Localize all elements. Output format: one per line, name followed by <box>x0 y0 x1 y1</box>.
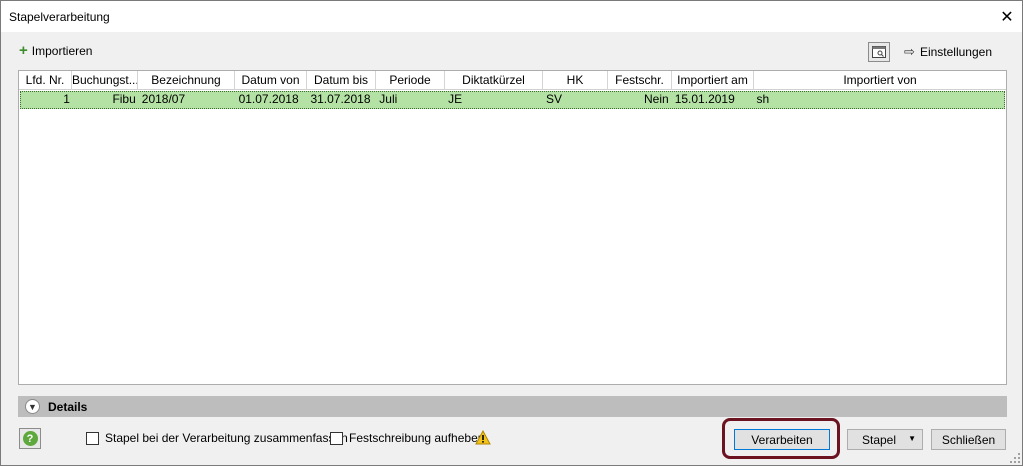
process-label: Verarbeiten <box>751 432 813 447</box>
import-label: Importieren <box>31 44 93 58</box>
close-icon: ✕ <box>1000 8 1014 26</box>
table-row[interactable]: 1 Fibu 2018/07 01.07.2018 31.07.2018 Jul… <box>20 91 1005 109</box>
resize-grip-icon[interactable] <box>1010 453 1020 463</box>
cell-lfd-nr: 1 <box>63 92 70 106</box>
plus-icon: + <box>19 42 28 59</box>
table-header: Lfd. Nr. Buchungst... Bezeichnung Datum … <box>19 71 1006 90</box>
column-header[interactable]: Datum bis <box>307 71 376 90</box>
settings-button[interactable]: ⇨ Einstellungen <box>904 44 992 60</box>
merge-batch-label: Stapel bei der Verarbeitung zusammenfass… <box>105 431 348 445</box>
process-button[interactable]: Verarbeiten <box>734 429 830 450</box>
window-title: Stapelverarbeitung <box>9 10 110 24</box>
column-header[interactable]: Diktatkürzel <box>445 71 543 90</box>
question-icon: ? <box>22 431 38 446</box>
cell-periode: Juli <box>379 92 398 106</box>
cell-diktatkuerzel: JE <box>448 92 463 106</box>
title-bar: Stapelverarbeitung ✕ <box>1 1 1022 32</box>
cell-datum-von: 01.07.2018 <box>238 92 299 106</box>
details-label: Details <box>48 399 88 414</box>
column-header[interactable]: Buchungst... <box>72 71 138 90</box>
view-options-button[interactable] <box>868 42 890 62</box>
column-header[interactable]: Periode <box>376 71 445 90</box>
column-header[interactable]: Lfd. Nr. <box>19 71 72 90</box>
batch-label: Stapel <box>861 432 897 447</box>
column-header[interactable]: Importiert von <box>754 71 1006 90</box>
checkbox-box[interactable] <box>86 431 99 445</box>
unlock-label: Festschreibung aufheben <box>349 431 485 445</box>
checkbox-box[interactable] <box>330 431 343 445</box>
column-header[interactable]: Importiert am <box>672 71 754 90</box>
close-window-button[interactable]: ✕ <box>992 1 1022 32</box>
cell-hk: SV <box>545 92 562 106</box>
help-button[interactable]: ? <box>19 428 41 449</box>
column-header[interactable]: HK <box>543 71 608 90</box>
close-button[interactable]: Schließen <box>931 429 1006 450</box>
merge-batch-checkbox[interactable]: Stapel bei der Verarbeitung zusammenfass… <box>86 431 348 445</box>
cell-buchungstyp: Fibu <box>112 92 136 106</box>
chevron-down-icon: ▼ <box>25 399 40 414</box>
settings-label: Einstellungen <box>919 45 992 59</box>
cell-bezeichnung: 2018/07 <box>141 92 186 106</box>
arrow-right-icon: ⇨ <box>904 44 915 59</box>
stapelverarbeitung-window: Stapelverarbeitung ✕ + Importieren ⇨ Ein… <box>0 0 1023 466</box>
cell-importiert-am: 15.01.2019 <box>674 92 735 106</box>
caret-down-icon: ▼ <box>908 434 916 443</box>
cell-datum-bis: 31.07.2018 <box>310 92 371 106</box>
cell-festschreibung: Nein <box>644 92 669 106</box>
column-header[interactable]: Festschr. <box>608 71 672 90</box>
cell-importiert-von: sh <box>756 92 770 106</box>
preview-icon <box>872 46 886 58</box>
batch-table: Lfd. Nr. Buchungst... Bezeichnung Datum … <box>18 70 1007 385</box>
details-expander[interactable]: ▼ Details <box>18 396 1007 417</box>
column-header[interactable]: Datum von <box>235 71 307 90</box>
batch-dropdown-button[interactable]: Stapel ▼ <box>847 429 923 450</box>
import-button[interactable]: + Importieren <box>19 42 93 59</box>
close-label: Schließen <box>941 432 996 447</box>
column-header[interactable]: Bezeichnung <box>138 71 235 90</box>
warning-icon <box>475 430 491 445</box>
unlock-checkbox[interactable]: Festschreibung aufheben <box>330 431 484 445</box>
